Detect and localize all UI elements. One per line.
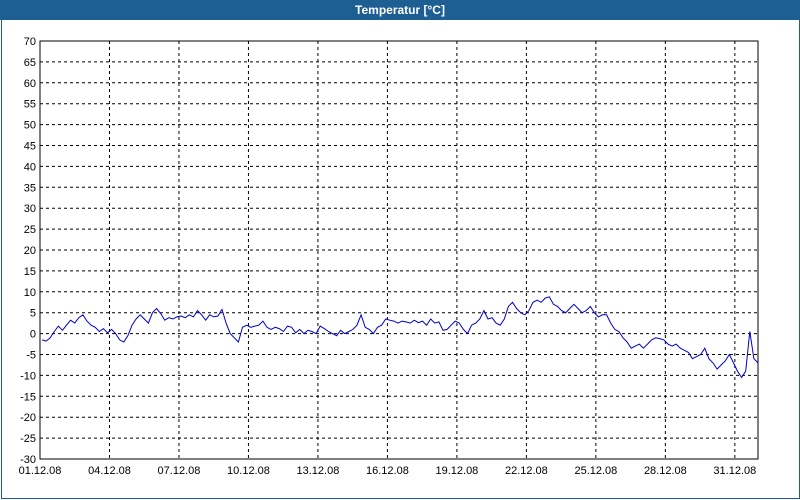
x-tick-label: 28.12.08 [644,465,687,477]
y-tick-label: 35 [24,182,36,194]
y-tick-label: 45 [24,141,36,153]
grid-lines [40,41,758,459]
y-tick-label: -20 [20,412,36,424]
y-tick-label: -15 [20,391,36,403]
temperature-chart: 7065605550454035302520151050-5-10-15-20-… [19,36,759,477]
x-tick-label: 13.12.08 [297,465,340,477]
y-axis-ticks: 7065605550454035302520151050-5-10-15-20-… [20,36,36,466]
y-tick-label: -10 [20,370,36,382]
x-tick-label: 25.12.08 [574,465,617,477]
x-tick-label: 16.12.08 [366,465,409,477]
x-tick-label: 19.12.08 [435,465,478,477]
y-tick-label: 15 [24,266,36,278]
x-tick-label: 10.12.08 [227,465,270,477]
x-tick-label: 04.12.08 [88,465,131,477]
x-tick-label: 22.12.08 [505,465,548,477]
y-tick-label: 70 [24,36,36,48]
x-tick-label: 07.12.08 [158,465,201,477]
y-tick-label: 50 [24,120,36,132]
x-tick-label: 01.12.08 [19,465,62,477]
plot-area-border [39,40,759,460]
y-tick-label: 40 [24,161,36,173]
x-axis-ticks: 01.12.08 04.12.08 07.12.08 10.12.08 13.12.08… [19,465,757,477]
x-tick-label: 31.12.08 [713,465,756,477]
y-tick-label: 30 [24,203,36,215]
y-tick-label: 5 [30,308,36,320]
y-tick-label: 25 [24,224,36,236]
y-tick-label: 20 [24,245,36,257]
y-tick-label: -25 [20,433,36,445]
y-tick-label: 60 [24,78,36,90]
y-tick-label: 0 [30,329,36,341]
y-tick-label: -5 [26,350,36,362]
series-lines [41,296,759,379]
y-tick-label: 10 [24,287,36,299]
y-tick-label: 65 [24,57,36,69]
series-line-0 [41,296,759,379]
y-tick-label: 55 [24,99,36,111]
